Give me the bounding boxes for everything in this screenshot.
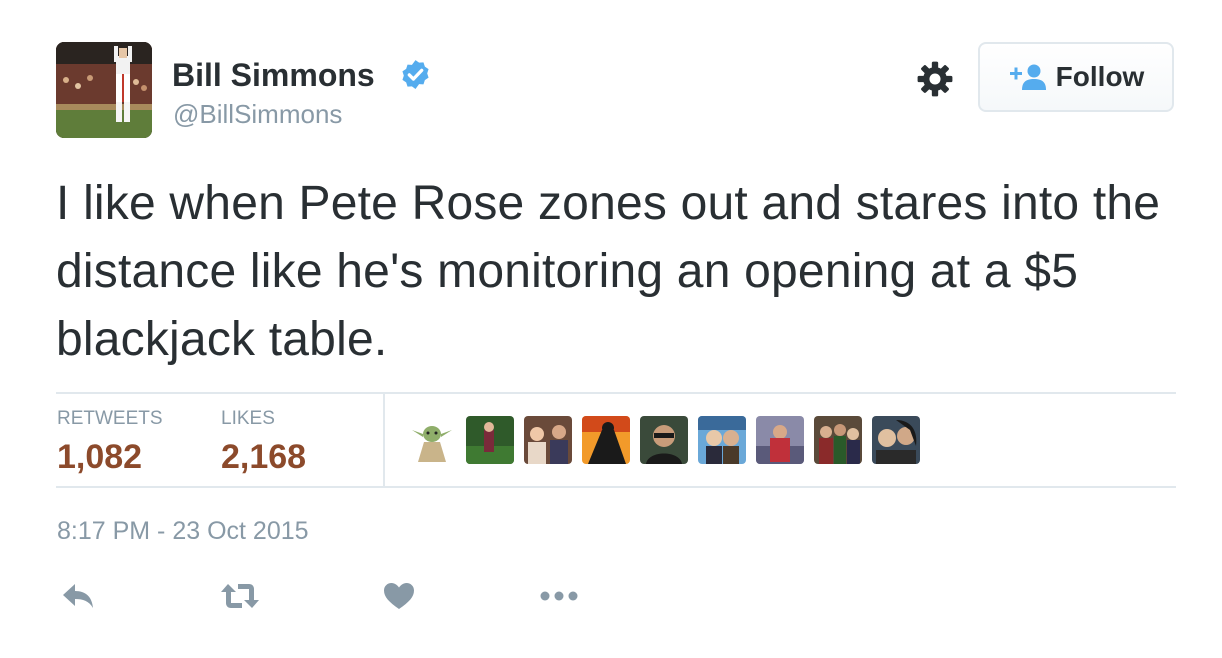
liker-avatar[interactable] [756, 416, 804, 464]
add-user-icon [1009, 64, 1046, 90]
likes-stat[interactable]: LIKES 2,168 [221, 408, 306, 478]
like-button[interactable] [379, 578, 419, 614]
divider [56, 392, 1176, 394]
reply-button[interactable] [58, 578, 98, 614]
liker-avatar[interactable] [582, 416, 630, 464]
divider [56, 486, 1176, 488]
avatar[interactable] [56, 42, 152, 138]
more-button[interactable] [539, 578, 579, 614]
user-handle[interactable]: @BillSimmons [173, 98, 342, 130]
liker-avatar[interactable] [524, 416, 572, 464]
likes-count: 2,168 [221, 438, 307, 476]
divider [383, 394, 385, 486]
tweet-card: Bill Simmons @BillSimmons Follow I like … [0, 0, 1222, 658]
retweets-count: 1,082 [57, 438, 143, 476]
liker-avatar[interactable] [814, 416, 862, 464]
display-name[interactable]: Bill Simmons [172, 56, 375, 94]
liker-avatars [408, 416, 920, 464]
liker-avatar[interactable] [872, 416, 920, 464]
follow-label: Follow [1055, 61, 1145, 92]
more-icon [540, 591, 578, 601]
reply-icon [63, 584, 93, 608]
retweet-button[interactable] [220, 578, 260, 614]
liker-avatar[interactable] [698, 416, 746, 464]
tweet-timestamp[interactable]: 8:17 PM - 23 Oct 2015 [57, 516, 309, 546]
heart-icon [384, 583, 414, 609]
gear-icon[interactable] [916, 60, 954, 98]
retweets-label: RETWEETS [57, 408, 163, 429]
liker-avatar[interactable] [408, 416, 456, 464]
retweets-stat[interactable]: RETWEETS 1,082 [57, 408, 163, 478]
liker-avatar[interactable] [640, 416, 688, 464]
liker-avatar[interactable] [466, 416, 514, 464]
likes-label: LIKES [221, 408, 275, 429]
tweet-text: I like when Pete Rose zones out and star… [56, 177, 1161, 366]
follow-button[interactable]: Follow [978, 42, 1174, 112]
retweet-icon [221, 584, 259, 608]
verified-badge-icon [402, 60, 429, 89]
